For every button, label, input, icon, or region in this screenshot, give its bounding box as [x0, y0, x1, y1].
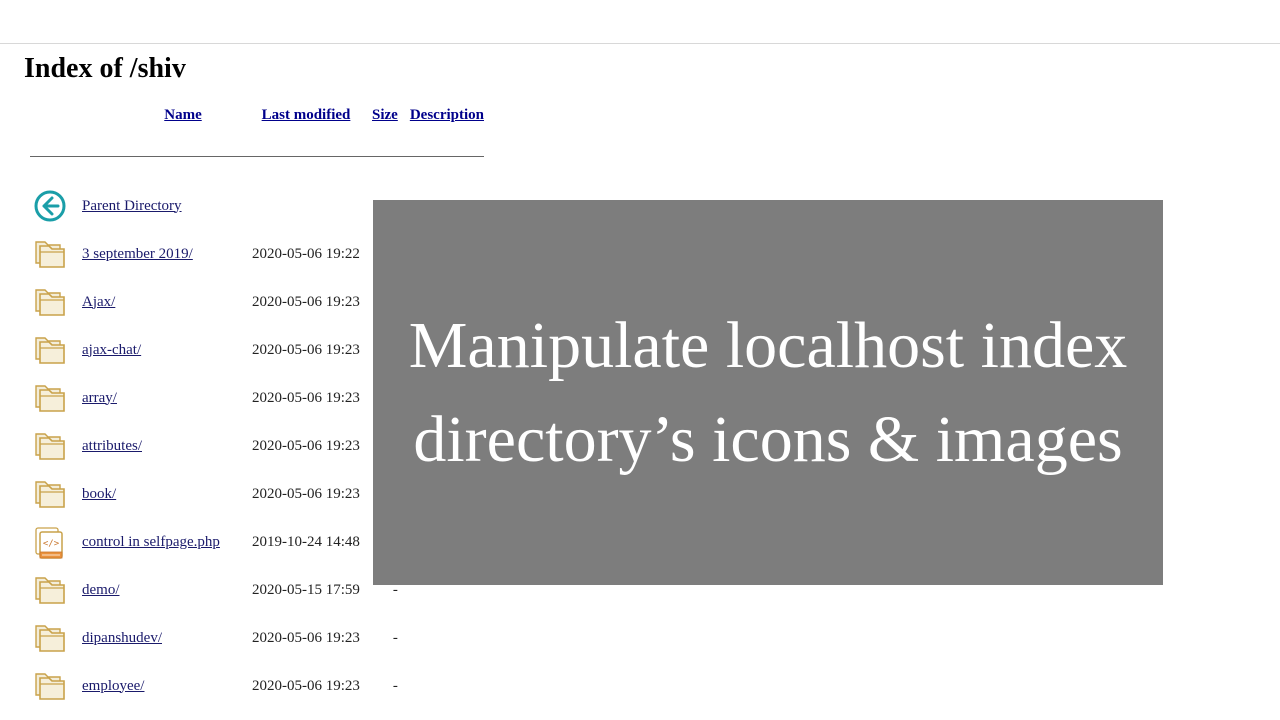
entry-link[interactable]: attributes/	[82, 438, 142, 454]
entry-modified: 2020-05-15 17:59	[246, 566, 366, 614]
entry-modified: 2020-05-06 19:23	[246, 326, 366, 374]
entry-link[interactable]: Ajax/	[82, 294, 115, 310]
entry-modified: 2020-05-06 19:23	[246, 278, 366, 326]
header-row: Name Last modified Size Description	[24, 103, 490, 134]
entry-description	[404, 614, 490, 662]
col-header-description[interactable]: Description	[410, 107, 484, 123]
table-row: dipanshudev/2020-05-06 19:23-	[24, 614, 490, 662]
folder-icon	[24, 230, 76, 278]
overlay-banner-text: Manipulate localhost index directory’s i…	[403, 299, 1133, 486]
entry-size: -	[366, 614, 404, 662]
entry-modified: 2020-05-06 19:23	[246, 614, 366, 662]
folder-icon	[24, 326, 76, 374]
entry-link[interactable]: control in selfpage.php	[82, 534, 220, 550]
entry-modified: 2020-05-06 19:23	[246, 374, 366, 422]
folder-icon	[24, 374, 76, 422]
folder-icon	[24, 470, 76, 518]
entry-modified: 2020-05-06 19:23	[246, 470, 366, 518]
col-header-size[interactable]: Size	[372, 107, 398, 123]
header-divider	[30, 156, 484, 157]
top-divider	[0, 43, 1280, 44]
entry-modified: 2020-05-06 19:23	[246, 422, 366, 470]
entry-link[interactable]: employee/	[82, 678, 144, 694]
table-row: employee/2020-05-06 19:23-	[24, 662, 490, 710]
folder-icon	[24, 422, 76, 470]
entry-link[interactable]: ajax-chat/	[82, 342, 141, 358]
entry-link[interactable]: array/	[82, 390, 117, 406]
back-arrow-icon	[24, 182, 76, 230]
entry-description	[404, 662, 490, 710]
col-header-modified[interactable]: Last modified	[262, 107, 351, 123]
entry-link[interactable]: Parent Directory	[82, 198, 182, 214]
col-header-name[interactable]: Name	[164, 107, 202, 123]
entry-link[interactable]: dipanshudev/	[82, 630, 162, 646]
entry-modified: 2020-05-06 19:22	[246, 230, 366, 278]
entry-link[interactable]: book/	[82, 486, 116, 502]
entry-modified	[246, 182, 366, 230]
overlay-banner: Manipulate localhost index directory’s i…	[373, 200, 1163, 585]
entry-link[interactable]: 3 september 2019/	[82, 246, 193, 262]
entry-size: -	[366, 662, 404, 710]
folder-icon	[24, 566, 76, 614]
folder-icon	[24, 278, 76, 326]
entry-modified: 2020-05-06 19:23	[246, 662, 366, 710]
entry-link[interactable]: demo/	[82, 582, 120, 598]
php-file-icon	[24, 518, 76, 566]
folder-icon	[24, 614, 76, 662]
entry-modified: 2019-10-24 14:48	[246, 518, 366, 566]
folder-icon	[24, 662, 76, 710]
page-title: Index of /shiv	[24, 53, 1280, 85]
